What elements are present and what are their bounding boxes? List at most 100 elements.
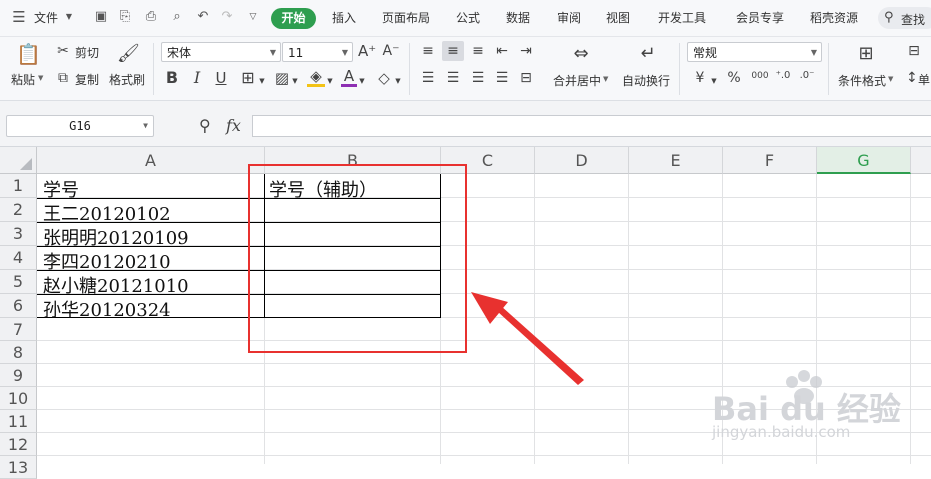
formula-input[interactable] bbox=[252, 115, 931, 137]
row-header-8[interactable]: 8 bbox=[0, 341, 37, 364]
row-header-9[interactable]: 9 bbox=[0, 364, 37, 387]
increase-font-size-icon[interactable]: A⁺ bbox=[358, 43, 376, 59]
tab-page-layout[interactable]: 页面布局 bbox=[382, 9, 430, 26]
file-menu-chevron-icon[interactable]: ▼ bbox=[62, 10, 76, 24]
fill-color-chevron-icon[interactable]: ▼ bbox=[326, 73, 334, 89]
redo-icon[interactable]: ↷ bbox=[220, 10, 234, 24]
wrap-text-icon[interactable]: ↵ bbox=[637, 43, 659, 65]
paste-button[interactable]: 粘贴 bbox=[11, 71, 35, 88]
align-right-icon[interactable]: ☰ bbox=[470, 70, 486, 86]
search-button[interactable]: ⚲ 查找 bbox=[878, 7, 931, 29]
row-header-12[interactable]: 12 bbox=[0, 433, 37, 456]
save-icon[interactable]: ▣ bbox=[94, 10, 108, 24]
font-size-select[interactable]: 11 ▼ bbox=[282, 42, 353, 62]
tab-insert[interactable]: 插入 bbox=[332, 9, 356, 26]
borders-chevron-icon[interactable]: ▼ bbox=[258, 73, 266, 89]
tab-home[interactable]: 开始 bbox=[271, 8, 316, 29]
zoom-icon[interactable]: ⚲ bbox=[199, 116, 211, 135]
column-header-g[interactable]: G bbox=[817, 147, 911, 174]
align-bottom-icon[interactable]: ≡ bbox=[470, 43, 486, 59]
align-left-icon[interactable]: ☰ bbox=[420, 70, 436, 86]
tab-review[interactable]: 审阅 bbox=[557, 9, 581, 26]
thousands-separator-button[interactable]: 000 bbox=[749, 68, 771, 84]
justify-icon[interactable]: ☰ bbox=[494, 70, 510, 86]
fill-color-icon[interactable]: ◈ bbox=[307, 68, 325, 87]
cell-fill-pattern-icon[interactable]: ▨ bbox=[273, 70, 291, 86]
cell-a6[interactable]: 孙华20120324 bbox=[43, 296, 171, 322]
tab-member[interactable]: 会员专享 bbox=[736, 9, 784, 26]
tab-developer[interactable]: 开发工具 bbox=[658, 9, 706, 26]
function-button[interactable]: fx bbox=[226, 116, 241, 135]
increase-decimal-icon[interactable]: ⁺.0 bbox=[774, 68, 792, 84]
column-header-d[interactable]: D bbox=[535, 147, 629, 174]
file-menu[interactable]: 文件 bbox=[34, 9, 58, 26]
merge-center-button[interactable]: 合并居中 bbox=[553, 72, 601, 89]
column-header-e[interactable]: E bbox=[629, 147, 723, 174]
hamburger-menu-icon[interactable]: ☰ bbox=[12, 10, 26, 25]
tab-data[interactable]: 数据 bbox=[506, 9, 530, 26]
increase-indent-icon[interactable]: ⇥ bbox=[518, 43, 534, 59]
conditional-format-chevron-icon[interactable]: ▼ bbox=[888, 75, 893, 83]
font-color-chevron-icon[interactable]: ▼ bbox=[358, 73, 366, 89]
decrease-decimal-icon[interactable]: .0⁻ bbox=[798, 68, 816, 84]
row-header-2[interactable]: 2 bbox=[0, 198, 37, 222]
underline-button[interactable]: U bbox=[213, 70, 229, 86]
column-header-f[interactable]: F bbox=[723, 147, 817, 174]
tab-formulas[interactable]: 公式 bbox=[456, 9, 480, 26]
decrease-font-size-icon[interactable]: A⁻ bbox=[382, 43, 400, 59]
align-middle-icon[interactable]: ≡ bbox=[442, 41, 464, 61]
cell-style-icon[interactable]: ↕ bbox=[906, 70, 918, 86]
tab-view[interactable]: 视图 bbox=[606, 9, 630, 26]
column-header-a[interactable]: A bbox=[37, 147, 265, 174]
align-top-icon[interactable]: ≡ bbox=[420, 43, 436, 59]
scissors-icon[interactable]: ✂ bbox=[55, 43, 71, 59]
row-header-1[interactable]: 1 bbox=[0, 174, 37, 198]
copy-icon[interactable]: ⧉ bbox=[55, 70, 71, 86]
cell-a4[interactable]: 李四20120210 bbox=[43, 248, 171, 274]
row-header-6[interactable]: 6 bbox=[0, 294, 37, 318]
percent-button[interactable]: % bbox=[726, 70, 742, 86]
table-style-icon[interactable]: ⊟ bbox=[906, 43, 922, 59]
row-header-11[interactable]: 11 bbox=[0, 410, 37, 433]
merge-chevron-icon[interactable]: ▼ bbox=[603, 75, 608, 83]
cell-a2[interactable]: 王二20120102 bbox=[43, 200, 171, 226]
paste-chevron-icon[interactable]: ▼ bbox=[38, 74, 43, 82]
select-all-corner[interactable] bbox=[0, 147, 37, 174]
decrease-indent-icon[interactable]: ⇤ bbox=[494, 43, 510, 59]
cell-a3[interactable]: 张明明20120109 bbox=[43, 224, 189, 250]
customize-toolbar-icon[interactable]: ▽ bbox=[246, 10, 260, 24]
wrap-text-button[interactable]: 自动换行 bbox=[622, 72, 670, 89]
export-pdf-icon[interactable]: ⎘ bbox=[118, 10, 132, 24]
distributed-align-icon[interactable]: ⊟ bbox=[518, 70, 534, 86]
cell-a5[interactable]: 赵小糖20121010 bbox=[43, 272, 189, 298]
copy-button[interactable]: 复制 bbox=[75, 71, 99, 88]
borders-icon[interactable]: ⊞ bbox=[240, 70, 256, 86]
font-name-select[interactable]: 宋体 ▼ bbox=[161, 42, 281, 62]
cell-a1[interactable]: 学号 bbox=[43, 176, 79, 202]
font-color-icon[interactable]: A bbox=[341, 68, 357, 87]
row-header-13[interactable]: 13 bbox=[0, 456, 37, 479]
merge-center-icon[interactable]: ⇔ bbox=[570, 43, 592, 65]
currency-chevron-icon[interactable]: ▼ bbox=[710, 73, 718, 89]
align-center-icon[interactable]: ☰ bbox=[445, 70, 461, 86]
clear-chevron-icon[interactable]: ▼ bbox=[394, 73, 402, 89]
bold-button[interactable]: B bbox=[164, 70, 180, 86]
fill-pattern-chevron-icon[interactable]: ▼ bbox=[291, 73, 299, 89]
paste-icon[interactable]: 📋 bbox=[16, 43, 41, 65]
format-painter-icon[interactable]: 🖌 bbox=[117, 43, 140, 65]
row-header-5[interactable]: 5 bbox=[0, 270, 37, 294]
row-header-7[interactable]: 7 bbox=[0, 318, 37, 341]
cell-style-button[interactable]: 单 bbox=[918, 71, 930, 88]
conditional-format-icon[interactable]: ⊞ bbox=[855, 43, 877, 65]
number-format-select[interactable]: 常规 ▼ bbox=[687, 42, 822, 62]
undo-icon[interactable]: ↶ bbox=[196, 10, 210, 24]
column-header-next[interactable] bbox=[911, 147, 931, 174]
print-preview-icon[interactable]: ⌕ bbox=[170, 10, 184, 24]
eraser-icon[interactable]: ◇ bbox=[375, 70, 393, 86]
print-icon[interactable]: ⎙ bbox=[144, 10, 158, 24]
currency-button[interactable]: ¥ bbox=[692, 70, 708, 86]
conditional-format-button[interactable]: 条件格式 bbox=[838, 72, 886, 89]
name-box[interactable]: G16 ▼ bbox=[6, 115, 154, 137]
tab-docer-resources[interactable]: 稻壳资源 bbox=[810, 9, 858, 26]
row-header-10[interactable]: 10 bbox=[0, 387, 37, 410]
